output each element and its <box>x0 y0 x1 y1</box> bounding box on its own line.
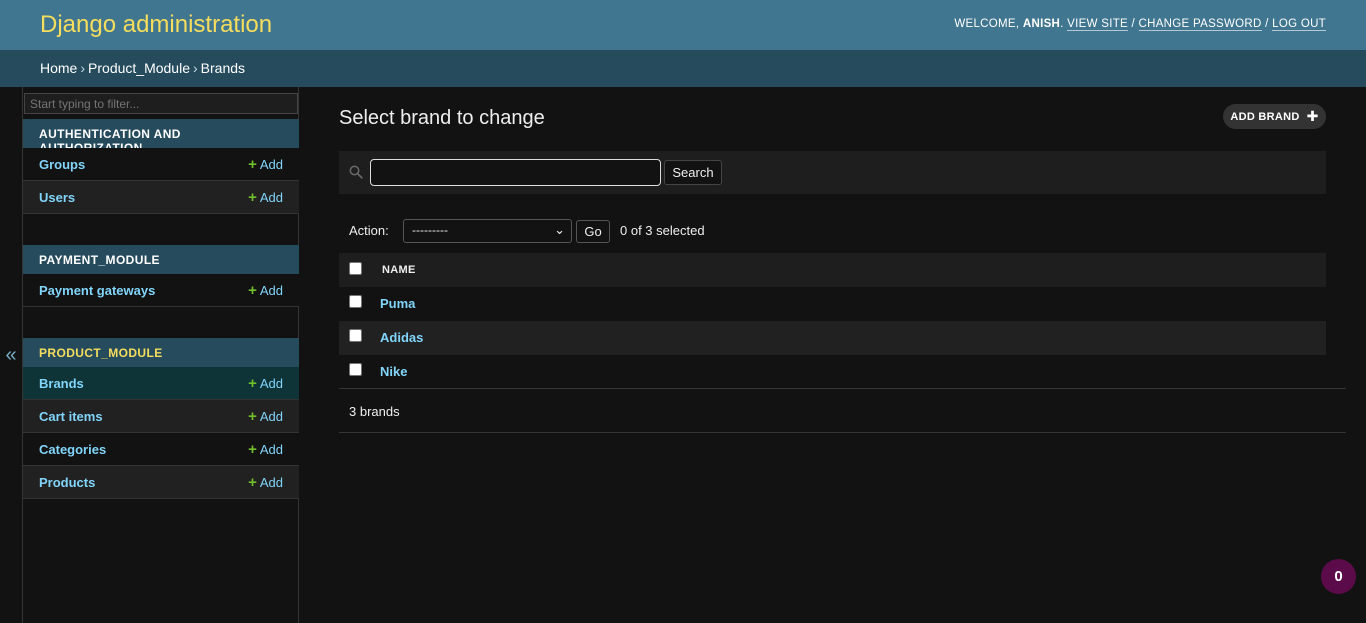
module-caption-product[interactable]: Product_Module <box>23 338 299 367</box>
breadcrumb: Home › Product_Module › Brands <box>0 50 1366 87</box>
sidebar-item-users: Users + Add <box>23 181 299 214</box>
column-header-name[interactable]: NAME <box>382 264 416 276</box>
plus-icon: + <box>248 281 257 299</box>
nav-sidebar: Authentication and Authorization Groups … <box>22 87 299 623</box>
breadcrumb-home[interactable]: Home <box>40 60 77 76</box>
sidebar-item-cart-items: Cart items + Add <box>23 400 299 433</box>
action-selected-option: --------- <box>412 223 448 237</box>
username: Anish <box>1022 18 1061 30</box>
sidebar-item-label[interactable]: Payment gateways <box>39 283 155 298</box>
add-products-link[interactable]: + Add <box>248 474 283 491</box>
sidebar-item-categories: Categories + Add <box>23 433 299 466</box>
sidebar-item-products: Products + Add <box>23 466 299 499</box>
plus-icon: + <box>248 473 257 491</box>
add-categories-link[interactable]: + Add <box>248 441 283 458</box>
debug-toolbar-badge[interactable]: 0 <box>1321 559 1356 594</box>
brand-link[interactable]: Adidas <box>380 330 423 345</box>
chevron-down-icon: ⌄ <box>554 222 565 237</box>
plus-icon: + <box>248 440 257 458</box>
module-caption-auth[interactable]: Authentication and Authorization <box>23 119 299 155</box>
plus-icon: + <box>248 155 257 173</box>
welcome-text: Welcome, <box>954 18 1020 30</box>
sidebar-item-label[interactable]: Users <box>39 190 75 205</box>
action-select[interactable]: --------- ⌄ <box>403 219 572 243</box>
breadcrumb-separator: › <box>192 60 198 76</box>
row-checkbox[interactable] <box>349 363 362 376</box>
page-title: Select brand to change <box>339 107 545 129</box>
sidebar-item-label[interactable]: Brands <box>39 376 84 391</box>
breadcrumb-separator: › <box>80 60 86 76</box>
plus-icon: + <box>248 374 257 392</box>
log-out-link[interactable]: Log out <box>1272 18 1326 31</box>
breadcrumb-current: Brands <box>200 60 246 76</box>
add-payment-gateways-link[interactable]: + Add <box>248 282 283 299</box>
add-groups-link[interactable]: + Add <box>248 156 283 173</box>
search-icon <box>349 165 363 179</box>
table-row: Nike <box>339 355 1326 389</box>
double-chevron-left-icon: « <box>5 343 17 366</box>
nav-filter-input[interactable] <box>24 93 298 114</box>
sidebar-item-label[interactable]: Categories <box>39 442 106 457</box>
action-label: Action: <box>349 223 389 238</box>
plus-icon: + <box>248 188 257 206</box>
table-header: NAME <box>339 253 1326 287</box>
brand-link[interactable]: Puma <box>380 296 415 311</box>
brand-link[interactable]: Nike <box>380 364 407 379</box>
site-name[interactable]: Django administration <box>40 11 272 39</box>
sidebar-item-label[interactable]: Groups <box>39 157 85 172</box>
select-all-checkbox[interactable] <box>349 262 362 275</box>
add-brand-button[interactable]: ADD BRAND ✚ <box>1223 104 1326 129</box>
search-button[interactable]: Search <box>664 160 722 185</box>
sidebar-item-groups: Groups + Add <box>23 148 299 181</box>
row-checkbox[interactable] <box>349 329 362 342</box>
table-row: Puma <box>339 287 1326 321</box>
selected-count: 0 of 3 selected <box>620 223 705 238</box>
table-row: Adidas <box>339 321 1326 355</box>
add-brands-link[interactable]: + Add <box>248 375 283 392</box>
breadcrumb-app[interactable]: Product_Module <box>88 60 190 76</box>
sidebar-item-label[interactable]: Products <box>39 475 95 490</box>
add-cart-items-link[interactable]: + Add <box>248 408 283 425</box>
plus-icon: + <box>248 407 257 425</box>
add-brand-label: ADD BRAND <box>1230 110 1300 123</box>
search-input[interactable] <box>370 159 661 186</box>
toggle-nav-sidebar-button[interactable]: « <box>0 87 22 623</box>
add-users-link[interactable]: + Add <box>248 189 283 206</box>
sidebar-item-label[interactable]: Cart items <box>39 409 103 424</box>
result-count: 3 brands <box>339 388 1346 433</box>
go-button[interactable]: Go <box>576 220 610 243</box>
module-caption-payment[interactable]: Payment_Module <box>23 245 299 274</box>
plus-icon: ✚ <box>1306 108 1319 124</box>
change-password-link[interactable]: Change password <box>1138 18 1262 31</box>
sidebar-item-brands: Brands + Add <box>23 367 299 400</box>
view-site-link[interactable]: View site <box>1067 18 1128 31</box>
row-checkbox[interactable] <box>349 295 362 308</box>
sidebar-item-payment-gateways: Payment gateways + Add <box>23 274 299 307</box>
search-toolbar: Search <box>339 151 1326 194</box>
user-tools: Welcome, Anish. View site / Change passw… <box>954 18 1326 31</box>
header: Django administration Welcome, Anish. Vi… <box>0 0 1366 50</box>
